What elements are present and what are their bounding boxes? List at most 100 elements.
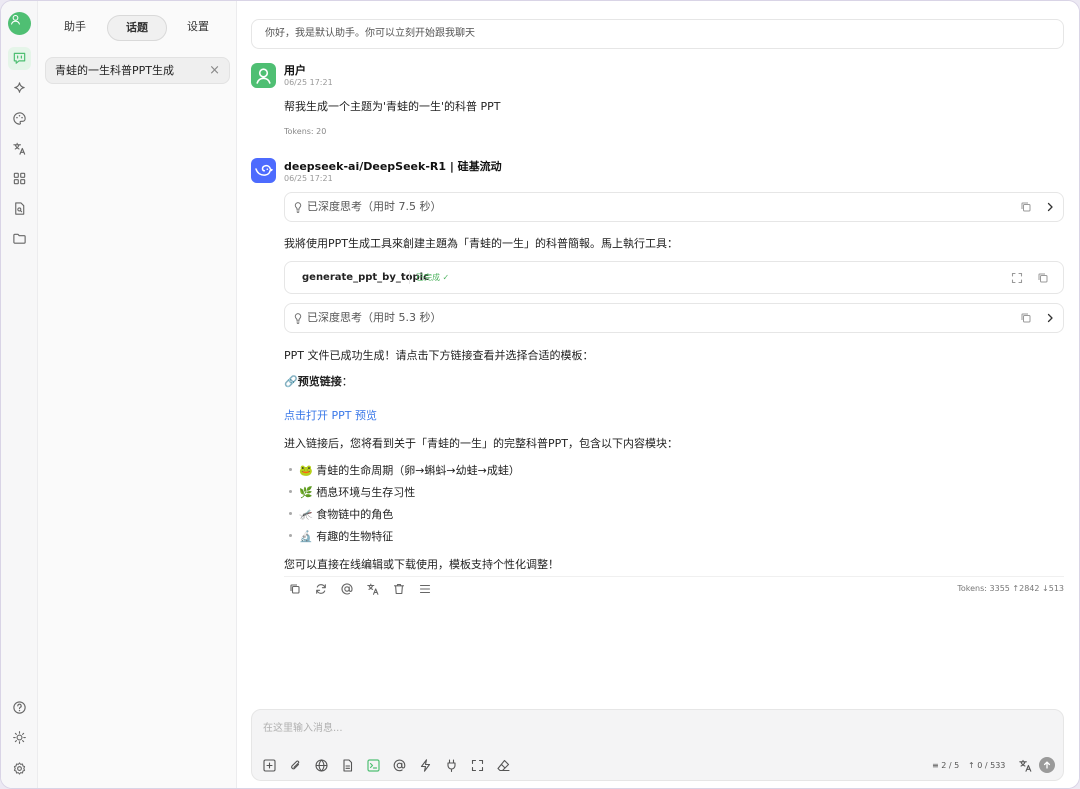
list-bullet [289, 468, 292, 471]
preview-heading: 🔗预览链接： [284, 373, 353, 389]
mention-icon[interactable] [392, 758, 407, 773]
regenerate-icon[interactable] [314, 582, 328, 596]
copy-icon[interactable] [288, 582, 302, 596]
microscope-icon: 🔬 [299, 530, 313, 543]
sun-icon [13, 731, 26, 744]
user-message-tokens: Tokens: 20 [284, 127, 327, 136]
send-button[interactable] [1039, 757, 1055, 773]
menu-icon[interactable] [418, 582, 432, 596]
expand-icon[interactable] [1010, 271, 1024, 285]
divider [284, 576, 1064, 577]
terminal-icon[interactable] [366, 758, 381, 773]
mention-icon[interactable] [340, 582, 354, 596]
icon-rail [1, 1, 38, 788]
herb-icon: 🌿 [299, 486, 313, 499]
list-item: 🌿 栖息环境与生存习性 [299, 486, 416, 499]
rail-theme-button[interactable] [8, 726, 31, 749]
assistant-hint: 你好，我是默认助手。你可以立刻开始跟我聊天 [251, 19, 1064, 49]
palette-icon [13, 112, 26, 125]
translate-icon[interactable] [366, 582, 380, 596]
fullscreen-icon[interactable] [470, 758, 485, 773]
tab-assistant[interactable]: 助手 [52, 15, 98, 41]
user-name: 用户 [284, 64, 306, 77]
copy-icon[interactable] [1019, 311, 1033, 325]
topic-title: 青蛙的一生科普PPT生成 [55, 64, 174, 77]
thinking-block-1[interactable]: 已深度思考（用时 7.5 秒） [284, 192, 1064, 222]
deepseek-avatar [251, 158, 276, 183]
ppt-done-text: PPT 文件已成功生成！请点击下方链接查看并选择合适的模板： [284, 349, 594, 362]
list-item: 🔬 有趣的生物特征 [299, 530, 394, 543]
tab-topics[interactable]: 话题 [107, 15, 167, 41]
after-link-text: 进入链接后，您将看到关于「青蛙的一生」的完整科普PPT，包含以下内容模块： [284, 437, 678, 450]
whale-logo-icon [255, 164, 273, 176]
context-count: ≡ 2 / 5 [932, 761, 960, 770]
paperclip-icon[interactable] [288, 758, 303, 773]
app-window: 助手 话题 设置 青蛙的一生科普PPT生成 × 你好，我是默认助手。你可以立刻开… [0, 0, 1080, 789]
sparkle-icon [14, 82, 25, 93]
tool-status: 已完成 ✓ [409, 271, 449, 284]
rail-apps-button[interactable] [8, 167, 31, 190]
document-search-icon [15, 202, 25, 215]
message-input[interactable]: 在这里输入消息... [263, 719, 343, 734]
list-item: 🦟 食物链中的角色 [299, 508, 394, 521]
preview-colon: ： [341, 375, 353, 388]
tool-call-block[interactable]: generate_ppt_by_topic 已完成 ✓ [284, 261, 1064, 294]
trash-icon[interactable] [392, 582, 406, 596]
translate-icon[interactable] [1018, 758, 1033, 773]
folder-icon [13, 233, 26, 244]
rail-chat-button[interactable] [8, 47, 31, 70]
rail-translate-button[interactable] [8, 137, 31, 160]
thinking-block-2[interactable]: 已深度思考（用时 5.3 秒） [284, 303, 1064, 333]
eraser-icon[interactable] [496, 758, 511, 773]
lightbulb-icon [294, 313, 302, 324]
rail-agents-button[interactable] [8, 77, 31, 100]
chevron-right-icon[interactable] [1043, 200, 1057, 214]
plug-icon[interactable] [444, 758, 459, 773]
chat-icon [13, 52, 26, 64]
lightning-icon[interactable] [418, 758, 433, 773]
topic-panel: 助手 话题 设置 青蛙的一生科普PPT生成 × [38, 1, 237, 788]
link-icon: 🔗 [284, 375, 298, 388]
rail-files-button[interactable] [8, 197, 31, 220]
rail-folder-button[interactable] [8, 227, 31, 250]
topic-item[interactable]: 青蛙的一生科普PPT生成 × [45, 57, 230, 84]
rail-paint-button[interactable] [8, 107, 31, 130]
list-icon: ≡ [932, 761, 942, 770]
model-name: deepseek-ai/DeepSeek-R1 | 硅基流动 [284, 160, 502, 173]
copy-icon[interactable] [1036, 271, 1050, 285]
ai-message-tokens: Tokens: 3355 ↑2842 ↓513 [957, 584, 1064, 593]
list-item: 🐸 青蛙的生命周期（卵→蝌蚪→幼蛙→成蛙） [299, 464, 520, 477]
user-message-avatar [251, 63, 276, 88]
chat-main: 你好，我是默认助手。你可以立刻开始跟我聊天 用户 06/25 17:21 帮我生… [237, 1, 1079, 788]
token-count: ↑ 0 / 533 [968, 761, 1006, 770]
panel-tabs: 助手 话题 设置 [38, 15, 237, 41]
user-message-time: 06/25 17:21 [284, 78, 333, 87]
frog-icon: 🐸 [299, 464, 313, 477]
translate-icon [13, 142, 26, 155]
user-avatar[interactable] [8, 12, 31, 35]
tab-settings[interactable]: 设置 [175, 15, 221, 41]
rail-help-button[interactable] [8, 696, 31, 719]
copy-icon[interactable] [1019, 200, 1033, 214]
ppt-preview-link[interactable]: 点击打开 PPT 预览 [284, 407, 377, 423]
message-input-area[interactable]: 在这里输入消息... ≡ 2 / 5 ↑ 0 / 533 [251, 709, 1064, 781]
new-topic-icon[interactable] [262, 758, 277, 773]
lightbulb-icon [294, 202, 302, 213]
globe-icon[interactable] [314, 758, 329, 773]
knowledge-icon[interactable] [340, 758, 355, 773]
list-bullet [289, 490, 292, 493]
closing-text: 您可以直接在线编辑或下载使用，模板支持个性化调整！ [284, 558, 559, 571]
thinking-label-1: 已深度思考（用时 7.5 秒） [307, 200, 442, 213]
mosquito-icon: 🦟 [299, 508, 313, 521]
list-bullet [289, 512, 292, 515]
chevron-right-icon[interactable] [1043, 311, 1057, 325]
ai-message-time: 06/25 17:21 [284, 174, 333, 183]
user-message-text: 帮我生成一个主题为'青蛙的一生'的科普 PPT [284, 100, 501, 113]
help-icon [13, 701, 26, 714]
preview-label: 预览链接 [297, 375, 342, 388]
close-icon[interactable]: × [209, 58, 220, 83]
arrow-up-icon [1043, 761, 1051, 769]
user-icon [256, 68, 271, 84]
ai-intro-text: 我將使用PPT生成工具來創建主題為「青蛙的一生」的科普簡報。馬上執行工具： [284, 237, 678, 250]
rail-settings-button[interactable] [8, 757, 31, 780]
